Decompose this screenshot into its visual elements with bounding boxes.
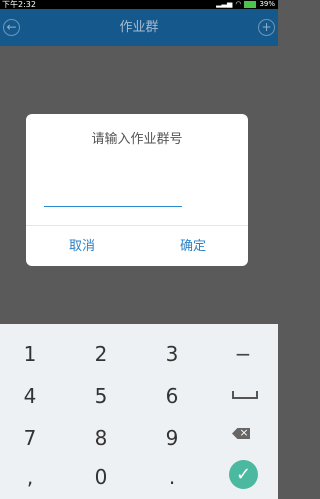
key-minus[interactable]: − [223,339,263,369]
key-2[interactable]: 2 [81,339,121,369]
key-3[interactable]: 3 [152,339,192,369]
status-time: 下午2:32 [2,0,36,9]
app-bar: ← 作业群 + [0,9,278,46]
dialog-divider [26,225,248,226]
dialog-title: 请输入作业群号 [91,132,183,147]
battery-level: 39% [259,0,275,8]
add-circle-icon[interactable]: + [258,19,275,36]
key-1[interactable]: 1 [10,339,50,369]
key-7[interactable]: 7 [10,423,50,453]
key-4[interactable]: 4 [10,381,50,411]
group-code-input[interactable] [44,182,182,207]
key-period[interactable]: . [152,462,192,492]
done-check-icon[interactable]: ✓ [229,460,258,489]
space-key[interactable] [232,391,258,399]
key-6[interactable]: 6 [152,381,192,411]
signal-icon: ▂▃▅ [216,0,233,8]
status-icons: ▂▃▅ ◠ 39% [216,0,275,9]
battery-icon [244,1,257,8]
wifi-icon: ◠ [235,0,242,8]
cancel-button[interactable]: 取消 [69,235,95,254]
key-0[interactable]: 0 [81,462,121,492]
status-bar: 下午2:32 ▂▃▅ ◠ 39% [0,0,278,9]
backspace-x-icon: × [239,426,249,439]
key-5[interactable]: 5 [81,381,121,411]
key-8[interactable]: 8 [81,423,121,453]
key-comma[interactable]: , [10,462,50,492]
confirm-button[interactable]: 确定 [180,235,206,254]
page-title: 作业群 [119,20,159,35]
key-9[interactable]: 9 [152,423,192,453]
